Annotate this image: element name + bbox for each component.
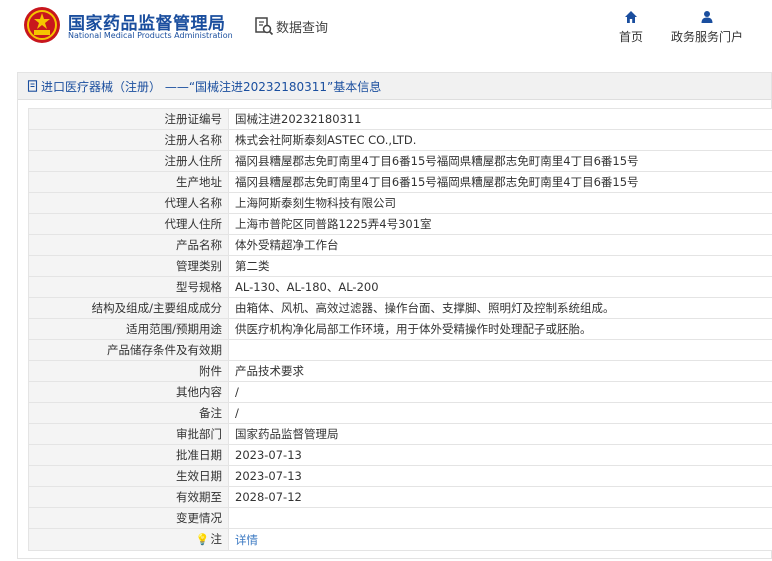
row-label: 适用范围/预期用途 (28, 318, 229, 340)
table-row: 审批部门 国家药品监督管理局 (28, 423, 772, 445)
row-label: 其他内容 (28, 381, 229, 403)
row-value: AL-130、AL-180、AL-200 (228, 276, 772, 298)
row-value: 福冈县糟屋郡志免町南里4丁目6番15号福岡県糟屋郡志免町南里4丁目6番15号 (228, 150, 772, 172)
nav-gov-label: 政务服务门户 (670, 30, 743, 44)
row-value (228, 339, 772, 361)
table-row: 产品名称 体外受精超净工作台 (28, 234, 772, 256)
row-label: 生产地址 (28, 171, 229, 193)
table-row: 变更情况 (28, 507, 772, 529)
table-row: 适用范围/预期用途 供医疗机构净化局部工作环境，用于体外受精操作时处理配子或胚胎。 (28, 318, 772, 340)
row-value: 国械注进20232180311 (228, 108, 772, 130)
row-label: 注册证编号 (28, 108, 229, 130)
row-label: 生效日期 (28, 465, 229, 487)
table-row: 备注 / (28, 402, 772, 424)
data-query-label: 数据查询 (276, 20, 329, 36)
table-row: 有效期至 2028-07-12 (28, 486, 772, 508)
row-value: 国家药品监督管理局 (228, 423, 772, 445)
panel-title-bar: 进口医疗器械（注册） ——“国械注进20232180311”基本信息 (18, 73, 771, 100)
row-value: 福冈县糟屋郡志免町南里4丁目6番15号福岡県糟屋郡志免町南里4丁目6番15号 (228, 171, 772, 193)
row-label: 代理人名称 (28, 192, 229, 214)
row-label: 代理人住所 (28, 213, 229, 235)
row-label: 审批部门 (28, 423, 229, 445)
table-row: 结构及组成/主要组成成分 由箱体、风机、高效过滤器、操作台面、支撑脚、照明灯及控制… (28, 297, 772, 319)
user-icon (701, 11, 713, 23)
nav-gov-service-portal[interactable]: 政务服务门户 (664, 10, 750, 45)
info-panel: 进口医疗器械（注册） ——“国械注进20232180311”基本信息 注册证编号… (17, 72, 772, 559)
row-value: 上海市普陀区同普路1225弄4号301室 (228, 213, 772, 235)
note-value-cell: 详情 (228, 528, 772, 551)
table-row: 注册人名称 株式会社阿斯泰刻ASTEC CO.,LTD. (28, 129, 772, 151)
data-search-icon (255, 17, 274, 36)
table-row: 管理类别 第二类 (28, 255, 772, 277)
row-label: 变更情况 (28, 507, 229, 529)
data-query-link[interactable]: 数据查询 (254, 16, 328, 36)
home-icon (625, 11, 637, 23)
table-row: 注册人住所 福冈县糟屋郡志免町南里4丁目6番15号福岡県糟屋郡志免町南里4丁目6番… (28, 150, 772, 172)
row-label: 附件 (28, 360, 229, 382)
table-row: 其他内容 / (28, 381, 772, 403)
row-label: 注册人名称 (28, 129, 229, 151)
row-label: 备注 (28, 402, 229, 424)
table-row: 生产地址 福冈县糟屋郡志免町南里4丁目6番15号福岡県糟屋郡志免町南里4丁目6番1… (28, 171, 772, 193)
brand-subtitle: National Medical Products Administration (68, 31, 233, 40)
row-label: 管理类别 (28, 255, 229, 277)
document-icon (27, 80, 38, 92)
panel-title: 进口医疗器械（注册） ——“国械注进20232180311”基本信息 (41, 79, 382, 94)
row-value: 2023-07-13 (228, 465, 772, 487)
row-value: 上海阿斯泰刻生物科技有限公司 (228, 192, 772, 214)
table-row: 注册证编号 国械注进20232180311 (28, 108, 772, 130)
note-label-cell: 💡注 (28, 528, 229, 551)
note-label: 注 (210, 532, 223, 546)
row-label: 结构及组成/主要组成成分 (28, 297, 229, 319)
row-value: / (228, 381, 772, 403)
row-value: 第二类 (228, 255, 772, 277)
table-row: 代理人住所 上海市普陀区同普路1225弄4号301室 (28, 213, 772, 235)
row-label: 产品名称 (28, 234, 229, 256)
row-value: 由箱体、风机、高效过滤器、操作台面、支撑脚、照明灯及控制系统组成。 (228, 297, 772, 319)
site-header: 国家药品监督管理局 National Medical Products Admi… (0, 0, 772, 60)
lightbulb-icon: 💡 (195, 533, 210, 546)
row-value: / (228, 402, 772, 424)
row-label: 产品储存条件及有效期 (28, 339, 229, 361)
details-link[interactable]: 详情 (235, 533, 258, 547)
row-label: 有效期至 (28, 486, 229, 508)
table-row: 产品储存条件及有效期 (28, 339, 772, 361)
row-label: 型号规格 (28, 276, 229, 298)
table-row: 批准日期 2023-07-13 (28, 444, 772, 466)
row-value (228, 507, 772, 529)
row-value: 体外受精超净工作台 (228, 234, 772, 256)
table-row-note: 💡注 详情 (28, 528, 772, 551)
nav-home-label: 首页 (618, 30, 643, 44)
table-row: 型号规格 AL-130、AL-180、AL-200 (28, 276, 772, 298)
table-row: 生效日期 2023-07-13 (28, 465, 772, 487)
row-value: 产品技术要求 (228, 360, 772, 382)
table-row: 代理人名称 上海阿斯泰刻生物科技有限公司 (28, 192, 772, 214)
table-row: 附件 产品技术要求 (28, 360, 772, 382)
row-label: 批准日期 (28, 444, 229, 466)
row-label: 注册人住所 (28, 150, 229, 172)
row-value: 供医疗机构净化局部工作环境，用于体外受精操作时处理配子或胚胎。 (228, 318, 772, 340)
row-value: 株式会社阿斯泰刻ASTEC CO.,LTD. (228, 129, 772, 151)
row-value: 2028-07-12 (228, 486, 772, 508)
registration-info-table: 注册证编号 国械注进20232180311 注册人名称 株式会社阿斯泰刻ASTEC … (28, 108, 772, 551)
row-value: 2023-07-13 (228, 444, 772, 466)
national-emblem-icon (24, 7, 60, 43)
nav-home[interactable]: 首页 (614, 10, 648, 45)
